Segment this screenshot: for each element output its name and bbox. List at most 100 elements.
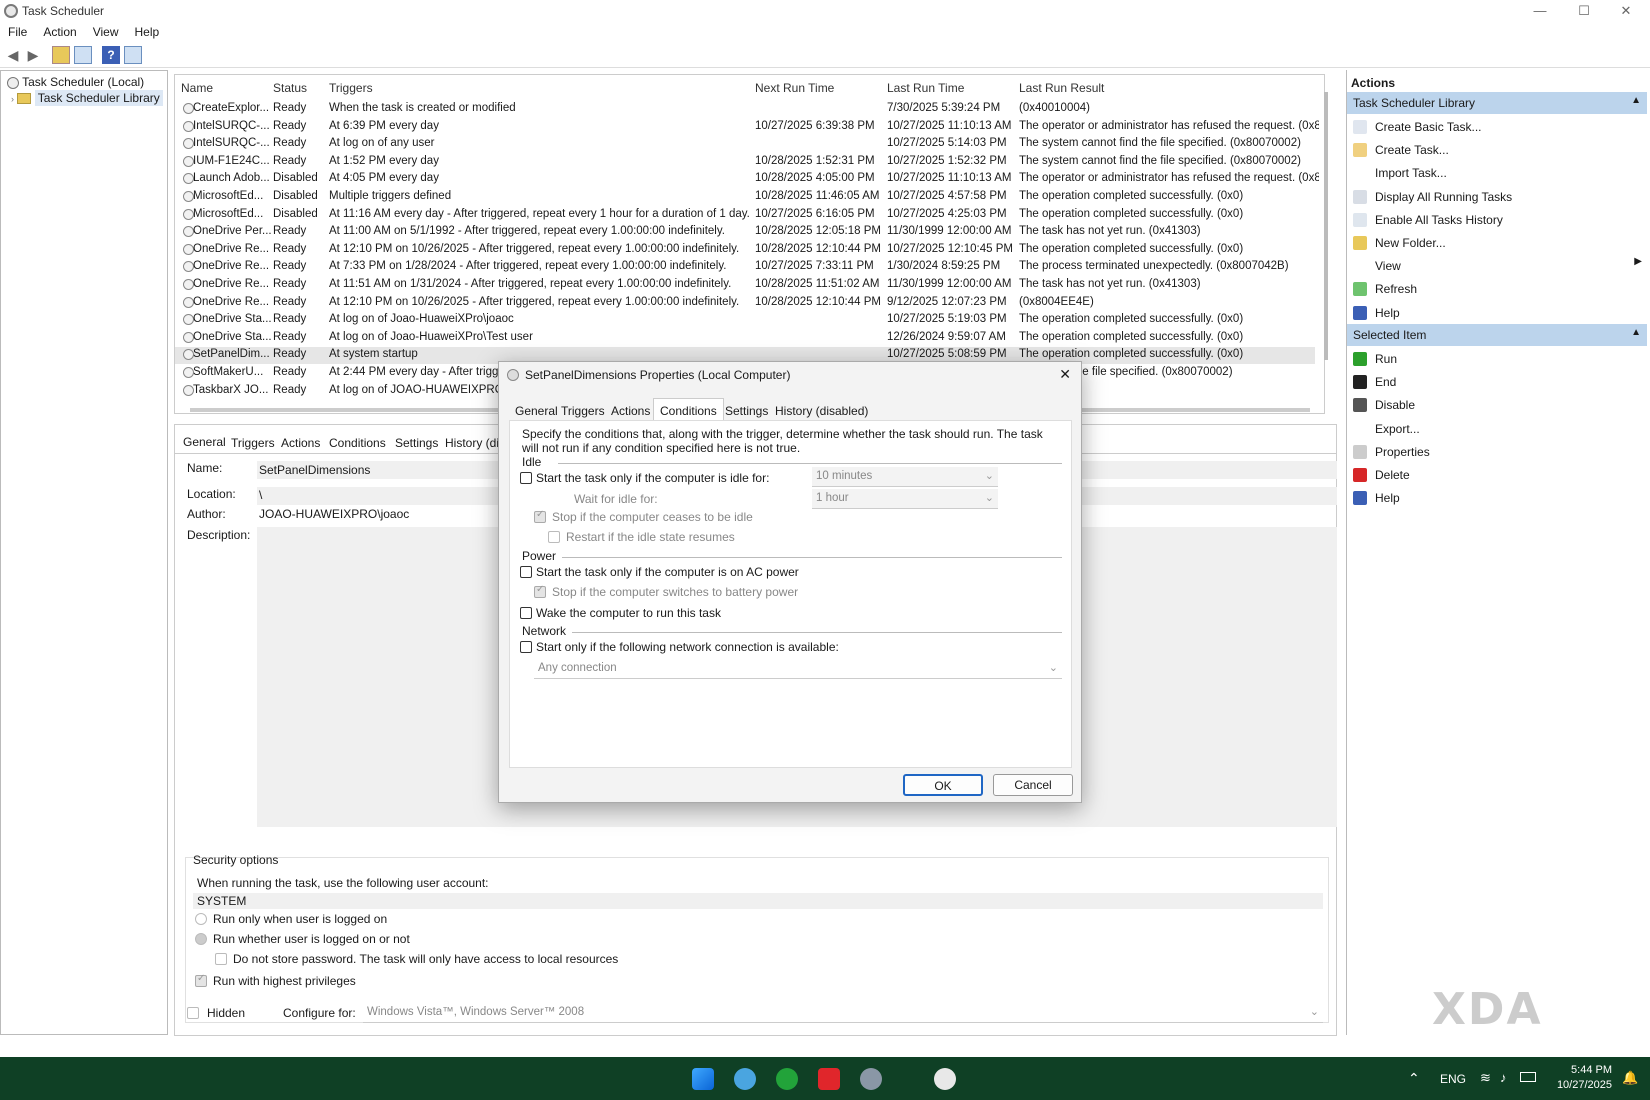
- table-row[interactable]: OneDrive Sta... Ready At log on of Joao-Hu…: [175, 312, 1315, 329]
- table-row[interactable]: OneDrive Re... Ready At 7:33 PM on 1/28/20…: [175, 259, 1315, 276]
- show-hide-console-tree-icon[interactable]: [74, 46, 92, 64]
- detail-tab-settings[interactable]: Settings: [395, 436, 438, 450]
- col-triggers[interactable]: Triggers: [329, 81, 373, 95]
- detail-tab-history[interactable]: History (dis: [445, 436, 505, 450]
- dialog-close-icon[interactable]: ✕: [1059, 366, 1071, 383]
- wifi-icon[interactable]: ≋: [1480, 1070, 1491, 1086]
- action-export[interactable]: Export...: [1375, 422, 1420, 436]
- idle-duration-select[interactable]: 10 minutes ⌄: [812, 467, 998, 487]
- detail-tab-actions[interactable]: Actions: [281, 436, 320, 450]
- action-display-all-running-tasks[interactable]: Display All Running Tasks: [1375, 190, 1512, 204]
- menu-view[interactable]: View: [85, 22, 127, 42]
- table-row[interactable]: IUM-F1E24C... Ready At 1:52 PM every day 10…: [175, 154, 1315, 171]
- table-row[interactable]: IntelSURQC-... Ready At log on of any user…: [175, 136, 1315, 153]
- table-row[interactable]: CreateExplor... Ready When the task is cre…: [175, 101, 1315, 118]
- run-logged-on-radio[interactable]: [195, 913, 207, 925]
- table-row[interactable]: MicrosoftEd... Disabled At 11:16 AM every …: [175, 207, 1315, 224]
- section-selected-item[interactable]: Selected Item ▲: [1347, 324, 1647, 346]
- tree-library[interactable]: › Task Scheduler Library: [11, 90, 163, 106]
- table-row[interactable]: OneDrive Per... Ready At 11:00 AM on 5/1/1…: [175, 224, 1315, 241]
- action-disable[interactable]: Disable: [1375, 398, 1415, 412]
- table-row[interactable]: MicrosoftEd... Disabled Multiple triggers …: [175, 189, 1315, 206]
- action-run[interactable]: Run: [1375, 352, 1397, 366]
- start-icon[interactable]: [692, 1068, 714, 1090]
- close-button[interactable]: ✕: [1606, 2, 1646, 20]
- clock-date[interactable]: 10/27/2025: [1548, 1079, 1612, 1091]
- wait-idle-select[interactable]: 1 hour ⌄: [812, 489, 998, 509]
- run-whether-radio[interactable]: [195, 933, 207, 945]
- highest-privileges-checkbox[interactable]: [195, 973, 207, 987]
- action-enable-all-tasks-history[interactable]: Enable All Tasks History: [1375, 213, 1503, 227]
- no-store-password-checkbox[interactable]: [215, 953, 227, 965]
- tree-root[interactable]: Task Scheduler (Local): [7, 75, 144, 89]
- menu-action[interactable]: Action: [35, 22, 84, 42]
- detail-tab-triggers[interactable]: Triggers: [231, 436, 275, 450]
- menu-file[interactable]: File: [0, 22, 35, 42]
- battery-stop-checkbox[interactable]: [534, 584, 546, 598]
- hidden-checkbox[interactable]: [187, 1007, 199, 1019]
- minimize-button[interactable]: —: [1520, 2, 1560, 20]
- vivaldi-icon[interactable]: [818, 1068, 840, 1090]
- xbox-icon[interactable]: [776, 1068, 798, 1090]
- task-scheduler-taskbar-icon[interactable]: [934, 1068, 956, 1090]
- configure-for-select[interactable]: Windows Vista™, Windows Server™ 2008 ⌄: [363, 1003, 1323, 1023]
- action-help[interactable]: Help: [1375, 306, 1400, 320]
- dialog-tab-conditions[interactable]: Conditions: [653, 398, 724, 420]
- section-task-scheduler-library[interactable]: Task Scheduler Library ▲: [1347, 92, 1647, 114]
- table-row[interactable]: OneDrive Sta... Ready At log on of Joao-Hu…: [175, 330, 1315, 347]
- forward-arrow-icon[interactable]: ▶: [24, 46, 42, 64]
- paint-icon[interactable]: [734, 1068, 756, 1090]
- chevron-up-icon[interactable]: ⌃: [1408, 1070, 1420, 1087]
- action-help[interactable]: Help: [1375, 491, 1400, 505]
- ac-power-checkbox[interactable]: [520, 566, 532, 578]
- action-new-folder[interactable]: New Folder...: [1375, 236, 1446, 250]
- restart-idle-checkbox[interactable]: [548, 531, 560, 543]
- action-create-task[interactable]: Create Task...: [1375, 143, 1449, 157]
- volume-icon[interactable]: ♪: [1500, 1070, 1507, 1085]
- detail-tab-conditions[interactable]: Conditions: [329, 436, 386, 450]
- detail-tab-general[interactable]: General: [183, 435, 226, 449]
- col-next-run[interactable]: Next Run Time: [755, 81, 834, 95]
- idle-start-checkbox[interactable]: [520, 472, 532, 484]
- action-refresh[interactable]: Refresh: [1375, 282, 1417, 296]
- table-row[interactable]: IntelSURQC-... Ready At 6:39 PM every day 1…: [175, 119, 1319, 136]
- help-icon[interactable]: ?: [102, 46, 120, 64]
- ok-button[interactable]: OK: [903, 774, 983, 796]
- dialog-tab-actions[interactable]: Actions: [605, 402, 656, 420]
- maximize-button[interactable]: ☐: [1564, 2, 1604, 20]
- col-name[interactable]: Name: [181, 81, 213, 95]
- language-indicator[interactable]: ENG: [1440, 1072, 1466, 1086]
- stop-idle-checkbox[interactable]: [534, 509, 546, 523]
- clock-time[interactable]: 5:44 PM: [1560, 1064, 1612, 1076]
- action-properties[interactable]: Properties: [1375, 445, 1430, 459]
- action-view[interactable]: View: [1375, 259, 1401, 273]
- col-last-result[interactable]: Last Run Result: [1019, 81, 1104, 95]
- battery-icon[interactable]: [1520, 1072, 1536, 1082]
- collapse-arrow-icon[interactable]: ▲: [1631, 95, 1641, 106]
- wake-computer-checkbox[interactable]: [520, 607, 532, 619]
- action-create-basic-task[interactable]: Create Basic Task...: [1375, 120, 1482, 134]
- submenu-arrow-icon[interactable]: ▶: [1634, 256, 1642, 267]
- back-arrow-icon[interactable]: ◀: [4, 46, 22, 64]
- dialog-tab-settings[interactable]: Settings: [719, 402, 774, 420]
- show-hide-action-pane-icon[interactable]: [124, 46, 142, 64]
- list-vertical-scrollbar[interactable]: [1324, 92, 1328, 360]
- network-connection-select[interactable]: Any connection ⌄: [534, 659, 1062, 679]
- action-delete[interactable]: Delete: [1375, 468, 1410, 482]
- action-end[interactable]: End: [1375, 375, 1396, 389]
- network-checkbox[interactable]: [520, 641, 532, 653]
- chevron-right-icon[interactable]: ›: [11, 94, 14, 104]
- dialog-tab-history[interactable]: History (disabled): [769, 402, 874, 420]
- action-import-task[interactable]: Import Task...: [1375, 166, 1447, 180]
- col-last-run[interactable]: Last Run Time: [887, 81, 964, 95]
- dialog-tab-triggers[interactable]: Triggers: [555, 402, 611, 420]
- collapse-arrow-icon[interactable]: ▲: [1631, 327, 1641, 338]
- menu-help[interactable]: Help: [127, 22, 168, 42]
- table-row[interactable]: OneDrive Re... Ready At 12:10 PM on 10/26/…: [175, 242, 1315, 259]
- cancel-button[interactable]: Cancel: [993, 774, 1073, 796]
- table-row[interactable]: Launch Adob... Disabled At 4:05 PM every d…: [175, 171, 1319, 188]
- settings-gear-icon[interactable]: [860, 1068, 882, 1090]
- col-status[interactable]: Status: [273, 81, 307, 95]
- table-row[interactable]: OneDrive Re... Ready At 11:51 AM on 1/31/2…: [175, 277, 1315, 294]
- table-row[interactable]: OneDrive Re... Ready At 12:10 PM on 10/26/…: [175, 295, 1315, 312]
